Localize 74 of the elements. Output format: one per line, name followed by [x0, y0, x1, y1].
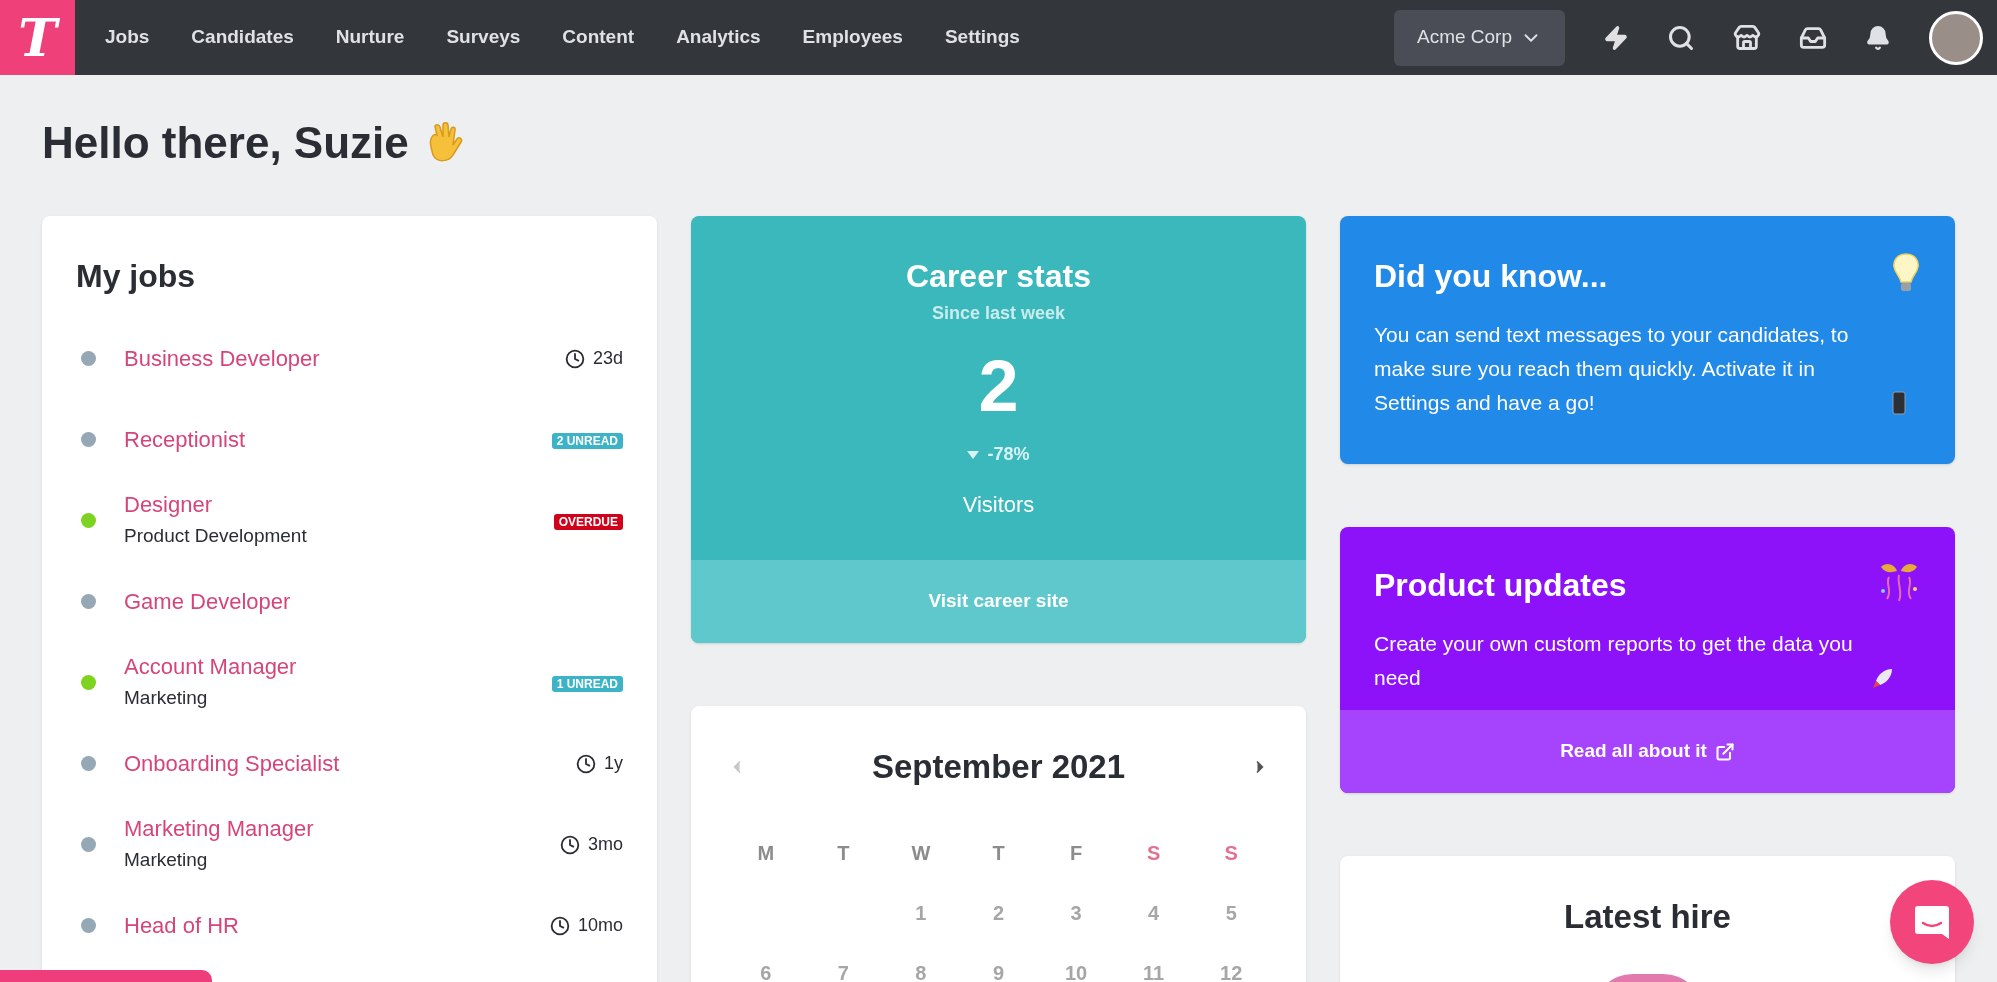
- weekday-label: S: [1145, 840, 1162, 866]
- change-percent: -78%: [987, 443, 1030, 466]
- metric-label: Visitors: [962, 491, 1035, 519]
- company-selector[interactable]: Acme Corp: [1393, 9, 1565, 66]
- visitor-count: 2: [978, 345, 1019, 428]
- calendar-day[interactable]: 3: [1037, 897, 1115, 928]
- store-icon[interactable]: [1733, 23, 1761, 52]
- nav-link[interactable]: Surveys: [446, 23, 521, 52]
- job-department: Marketing: [124, 848, 209, 873]
- overdue-badge: OVERDUE: [553, 513, 623, 530]
- weekday-label: M: [756, 840, 776, 866]
- nav-link[interactable]: Content: [562, 23, 635, 52]
- logo[interactable]: T: [0, 0, 75, 75]
- tip-text: You can send text messages to your candidates, to make sure you reach them quickly. Activate it in Settings and have a go!: [1374, 322, 1850, 416]
- job-title-link[interactable]: Head of HR: [124, 910, 239, 941]
- triangle-down-icon: [967, 450, 980, 459]
- calendar-day[interactable]: 7: [804, 957, 883, 982]
- weekday-label: F: [1068, 840, 1084, 866]
- calendar-day[interactable]: 8: [882, 957, 960, 982]
- job-title-link[interactable]: Designer: [124, 490, 307, 521]
- month-title: September 2021: [871, 747, 1126, 787]
- card-title: Latest hire: [1564, 897, 1731, 937]
- clock-icon: [576, 753, 596, 774]
- clock-icon: [564, 348, 585, 369]
- time-ago: 23d: [592, 347, 623, 370]
- calendar-day[interactable]: 11: [1114, 957, 1193, 982]
- job-title-link[interactable]: Marketing Manager: [124, 814, 314, 845]
- unread-badge: 1 UNREAD: [551, 675, 623, 692]
- weekday-label: W: [910, 840, 932, 866]
- nav-link[interactable]: Jobs: [105, 23, 150, 52]
- clock-icon: [560, 834, 580, 855]
- rocket-icon: [1872, 667, 1894, 689]
- bell-icon[interactable]: [1865, 24, 1891, 51]
- calendar-day[interactable]: 6: [727, 957, 805, 982]
- nav-link[interactable]: Settings: [944, 23, 1020, 52]
- read-all-about-it-link[interactable]: Read all about it: [1340, 710, 1955, 793]
- calendar-day[interactable]: 5: [1192, 897, 1270, 928]
- card-title: Did you know...: [1374, 257, 1608, 296]
- time-ago: 3mo: [588, 833, 623, 856]
- card-title: Product updates: [1374, 566, 1627, 605]
- job-title-link[interactable]: Business Developer: [124, 343, 320, 374]
- job-title-link[interactable]: Game Developer: [124, 586, 291, 617]
- nav-link[interactable]: Nurture: [335, 23, 405, 52]
- weekday-label: T: [836, 840, 851, 866]
- avatar[interactable]: [1929, 10, 1983, 65]
- calendar-day[interactable]: 1: [882, 897, 960, 928]
- calendar-day[interactable]: 2: [959, 897, 1038, 928]
- nav-link[interactable]: Analytics: [676, 23, 761, 52]
- lightning-icon[interactable]: [1603, 24, 1629, 51]
- job-department: Product Development: [124, 524, 307, 549]
- calendar-day[interactable]: 12: [1192, 957, 1270, 982]
- nav-link[interactable]: Candidates: [191, 23, 294, 52]
- calendar-day[interactable]: 10: [1037, 957, 1115, 982]
- unread-badge: 2 UNREAD: [551, 432, 623, 449]
- job-title-link[interactable]: Receptionist: [124, 424, 246, 455]
- time-ago: 10mo: [577, 914, 623, 937]
- clock-icon: [549, 915, 570, 936]
- card-title: Career stats: [906, 257, 1091, 296]
- weekday-label: T: [991, 840, 1006, 866]
- search-icon[interactable]: [1667, 23, 1695, 52]
- greeting: Hello there, Suzie: [42, 117, 409, 169]
- calendar-day[interactable]: 4: [1114, 897, 1193, 928]
- weekday-label: S: [1223, 840, 1239, 866]
- card-title: My jobs: [76, 257, 197, 296]
- job-title-link[interactable]: Account Manager: [124, 652, 297, 683]
- time-ago: 1y: [604, 752, 623, 775]
- external-link-icon: [1714, 741, 1735, 762]
- job-department: Marketing: [124, 686, 209, 711]
- job-title-link[interactable]: Onboarding Specialist: [124, 748, 340, 779]
- calendar-day[interactable]: 9: [959, 957, 1038, 982]
- update-text: Create your own custom reports to get the data you need: [1374, 631, 1854, 691]
- period-label: Since last week: [931, 302, 1066, 325]
- nav-link[interactable]: Employees: [802, 23, 903, 52]
- phone-icon: [1892, 391, 1906, 415]
